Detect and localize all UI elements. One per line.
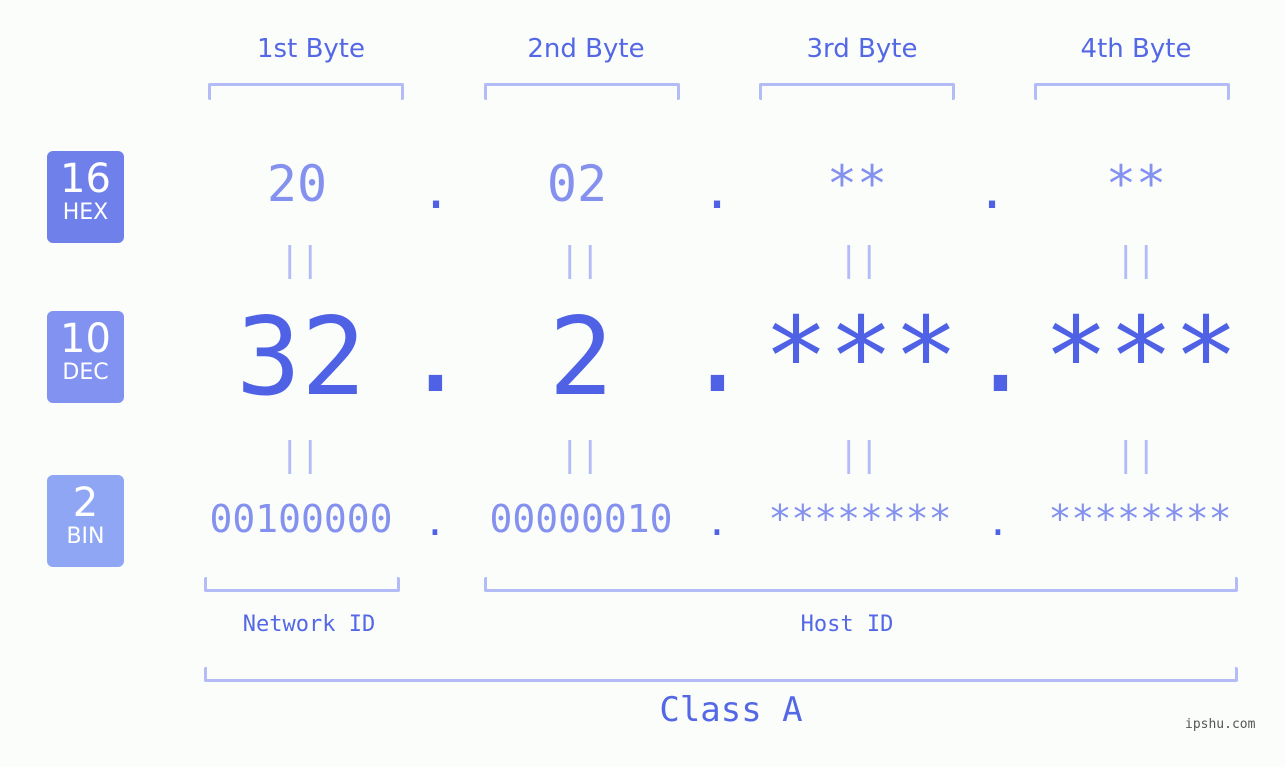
dec-byte-3: *** [763,295,959,420]
equals-icon: || [1115,435,1157,475]
hex-byte-3: ** [826,155,888,213]
byte-bracket-1 [208,83,404,100]
dec-byte-4: *** [1043,295,1239,420]
bin-badge-label: BIN [66,524,105,549]
hex-badge-label: HEX [62,200,109,225]
hex-byte-4: ** [1105,155,1167,213]
dec-dot-3: . [968,292,1034,417]
equals-icon: || [1115,240,1157,280]
watermark: ipshu.com [1185,717,1256,732]
bin-dot-2: . [705,500,729,544]
equals-icon: || [838,435,880,475]
host-id-label: Host ID [800,612,894,637]
byte-header-3: 3rd Byte [806,34,918,64]
dec-dot-1: . [403,292,469,417]
bin-byte-2: 00000010 [489,497,673,541]
byte-header-4: 4th Byte [1080,34,1192,64]
dec-byte-2: 2 [548,295,614,420]
dec-badge-number: 10 [60,316,111,362]
bin-byte-1: 00100000 [209,497,393,541]
hex-badge: 16 HEX [47,151,124,243]
hex-byte-2: 02 [546,155,608,213]
bin-dot-3: . [986,500,1010,544]
hex-dot-2: . [701,162,733,220]
bin-dot-1: . [423,500,447,544]
bin-badge: 2 BIN [47,475,124,567]
network-id-bracket [204,577,400,592]
hex-dot-1: . [420,162,452,220]
class-bracket [204,667,1238,682]
byte-header-2: 2nd Byte [527,34,645,64]
dec-badge-label: DEC [62,360,109,385]
hex-dot-3: . [976,162,1008,220]
equals-icon: || [279,240,321,280]
equals-icon: || [559,240,601,280]
equals-icon: || [838,240,880,280]
byte-header-1: 1st Byte [257,34,365,64]
byte-bracket-2 [484,83,680,100]
dec-byte-1: 32 [235,295,367,420]
bin-byte-3: ******** [768,497,952,541]
equals-icon: || [279,435,321,475]
hex-badge-number: 16 [60,156,111,202]
byte-bracket-4 [1034,83,1230,100]
bin-byte-4: ******** [1048,497,1232,541]
host-id-bracket [484,577,1238,592]
dec-dot-2: . [685,292,751,417]
class-label: Class A [659,690,803,730]
dec-badge: 10 DEC [47,311,124,403]
hex-byte-1: 20 [266,155,328,213]
byte-bracket-3 [759,83,955,100]
network-id-label: Network ID [242,612,376,637]
bin-badge-number: 2 [72,480,99,526]
equals-icon: || [559,435,601,475]
